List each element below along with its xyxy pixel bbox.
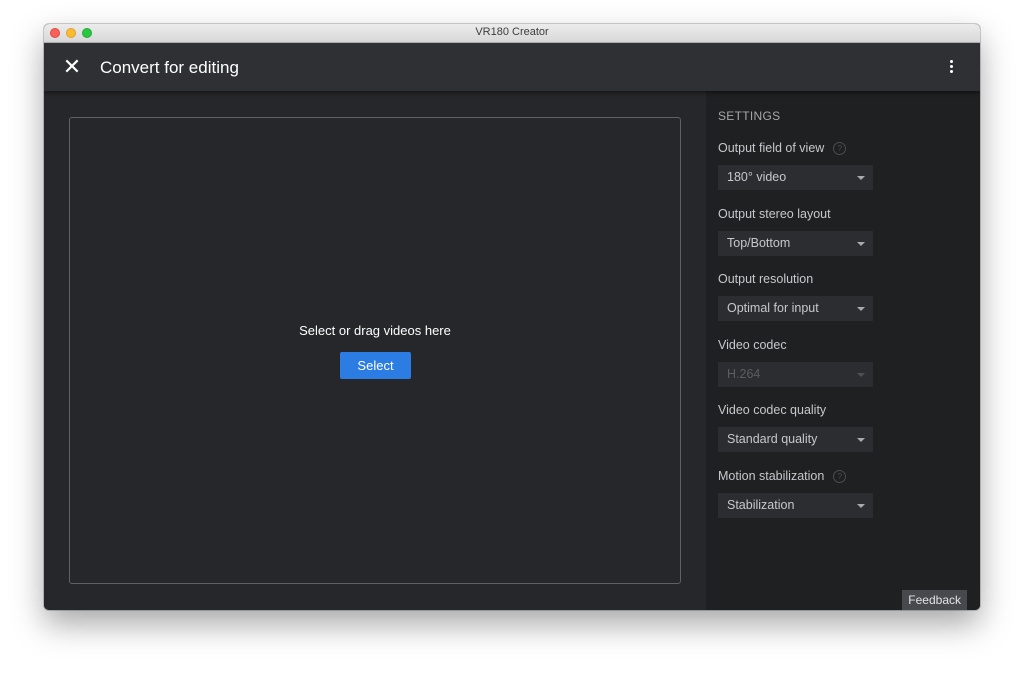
codec-quality-dropdown[interactable]: Standard quality [718,427,873,452]
settings-heading: SETTINGS [718,109,781,123]
stereo-layout-dropdown[interactable]: Top/Bottom [718,231,873,256]
app-window: VR180 Creator ✕ Convert for editing Sele… [44,24,980,610]
window-title: VR180 Creator [475,26,549,38]
field-label: Output stereo layout [718,207,831,221]
chevron-down-icon [857,242,865,246]
app-bar: ✕ Convert for editing [44,43,980,91]
help-icon[interactable]: ? [833,141,847,155]
field-output-fov: Output field of view? 180° video [718,139,878,190]
field-codec-quality: Video codec quality Standard quality [718,401,878,452]
chevron-down-icon [857,373,865,377]
dropdown-value: 180° video [727,170,787,184]
settings-panel: SETTINGS Output field of view? 180° vide… [706,91,980,610]
select-button[interactable]: Select [340,352,411,379]
field-video-codec: Video codec H.264 [718,336,878,387]
field-stereo-layout: Output stereo layout Top/Bottom [718,205,878,256]
motion-stabilization-dropdown[interactable]: Stabilization [718,493,873,518]
chevron-down-icon [857,504,865,508]
video-dropzone[interactable]: Select or drag videos here Select [69,117,681,584]
dropdown-value: Stabilization [727,498,795,512]
dropdown-value: Optimal for input [727,301,819,315]
dropdown-value: Top/Bottom [727,236,791,250]
window-titlebar: VR180 Creator [44,24,980,43]
field-output-resolution: Output resolution Optimal for input [718,270,878,321]
output-resolution-dropdown[interactable]: Optimal for input [718,296,873,321]
close-icon[interactable]: ✕ [60,55,84,79]
help-icon[interactable]: ? [833,469,847,483]
field-label: Output resolution [718,272,814,286]
output-fov-dropdown[interactable]: 180° video [718,165,873,190]
more-vert-icon[interactable] [942,55,962,79]
feedback-button[interactable]: Feedback [902,590,967,610]
field-label: Video codec [718,338,787,352]
main-area: Select or drag videos here Select [44,91,706,610]
field-label: Output field of view [718,141,825,155]
chevron-down-icon [857,438,865,442]
page-title: Convert for editing [100,58,239,77]
chevron-down-icon [857,176,865,180]
video-codec-dropdown: H.264 [718,362,873,387]
field-label: Motion stabilization [718,469,825,483]
dropdown-value: Standard quality [727,432,818,446]
dropdown-value: H.264 [727,367,761,381]
dropzone-text: Select or drag videos here [299,323,451,338]
field-label: Video codec quality [718,403,827,417]
field-motion-stabilization: Motion stabilization? Stabilization [718,467,878,518]
chevron-down-icon [857,307,865,311]
